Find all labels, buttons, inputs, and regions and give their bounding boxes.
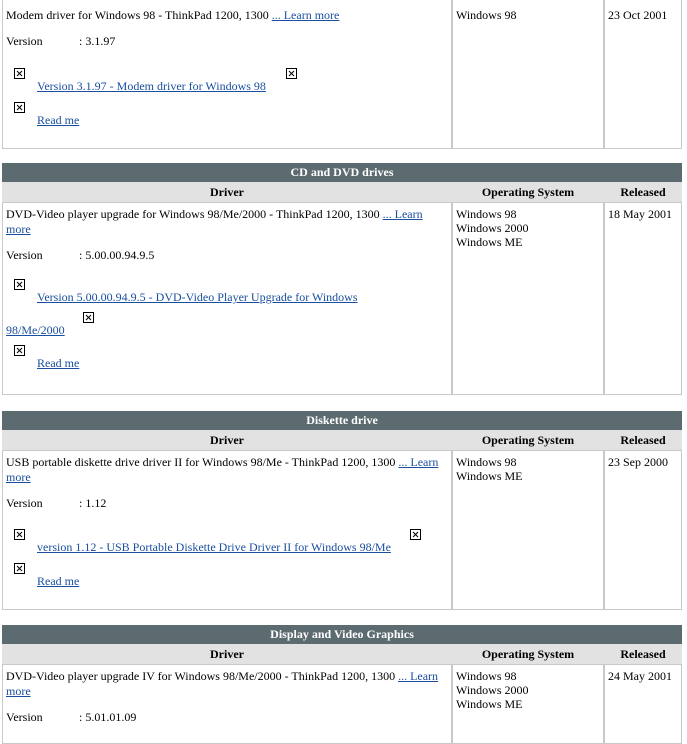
version-value: : 3.1.97 [79, 34, 116, 48]
released-column-header: Released [604, 644, 683, 664]
released-cell: 24 May 2001 [604, 664, 683, 744]
os-item: Windows 98 [456, 455, 517, 469]
os-item: Windows 2000 [456, 683, 529, 697]
os-item: Windows 98 [456, 207, 517, 221]
os-list: Windows 98 Windows 2000 Windows ME [453, 665, 603, 713]
version-value: : 5.01.01.09 [79, 710, 137, 724]
release-date: 23 Sep 2000 [608, 455, 668, 469]
learn-more-link-continued[interactable]: more [6, 470, 31, 484]
os-cell: Windows 98 Windows 2000 Windows ME [452, 664, 604, 744]
driver-column-header: Driver [2, 430, 452, 450]
broken-image-icon [14, 102, 25, 113]
modem-section: Modem driver for Windows 98 - ThinkPad 1… [2, 0, 682, 149]
released-cell: 23 Sep 2000 [604, 450, 683, 610]
released-cell: 23 Oct 2001 [604, 0, 682, 149]
driver-description: DVD-Video player upgrade IV for Windows … [6, 669, 396, 683]
os-list: Windows 98 Windows 2000 Windows ME [453, 203, 603, 251]
learn-more-link-continued[interactable]: more [6, 684, 31, 698]
driver-description: DVD-Video player upgrade for Windows 98/… [6, 207, 380, 221]
readme-link[interactable]: Read me [37, 113, 79, 128]
os-item: Windows 98 [456, 669, 517, 683]
version-value: : 5.00.00.94.9.5 [79, 248, 155, 262]
release-date: 18 May 2001 [608, 207, 672, 221]
section-title: Diskette drive [2, 411, 683, 430]
version-label: Version [6, 710, 43, 724]
version-value: : 1.12 [79, 496, 107, 510]
released-column-header: Released [604, 430, 683, 450]
broken-image-icon [14, 529, 25, 540]
download-link[interactable]: version 1.12 - USB Portable Diskette Dri… [37, 540, 391, 555]
broken-image-icon [14, 563, 25, 574]
os-column-header: Operating System [452, 182, 604, 202]
os-cell: Windows 98 [452, 0, 604, 149]
driver-cell: DVD-Video player upgrade IV for Windows … [2, 664, 452, 744]
learn-more-link[interactable]: ... Learn more [272, 8, 340, 22]
os-cell: Windows 98 Windows 2000 Windows ME [452, 202, 604, 395]
driver-column-header: Driver [2, 644, 452, 664]
section-title: Display and Video Graphics [2, 625, 683, 644]
broken-image-icon [410, 529, 421, 540]
download-link[interactable]: Version 3.1.97 - Modem driver for Window… [37, 79, 266, 94]
download-link[interactable]: Version 5.00.00.94.9.5 - DVD-Video Playe… [37, 290, 358, 305]
learn-more-link[interactable]: ... Learn [398, 669, 438, 683]
os-item: Windows 98 [456, 8, 517, 22]
os-item: Windows ME [456, 235, 523, 249]
broken-image-icon [286, 68, 297, 79]
driver-description: Modem driver for Windows 98 - ThinkPad 1… [6, 8, 269, 22]
version-label: Version [6, 496, 43, 510]
readme-link[interactable]: Read me [37, 574, 79, 589]
learn-more-link[interactable]: ... Learn [383, 207, 423, 221]
driver-cell: USB portable diskette drive driver II fo… [2, 450, 452, 610]
display-video-section: Display and Video Graphics Driver Operat… [2, 625, 683, 744]
cd-dvd-section: CD and DVD drives Driver Operating Syste… [2, 163, 683, 395]
broken-image-icon [14, 68, 25, 79]
driver-cell: Modem driver for Windows 98 - ThinkPad 1… [2, 0, 452, 149]
section-title: CD and DVD drives [2, 163, 683, 182]
os-item: Windows ME [456, 469, 523, 483]
release-date: 23 Oct 2001 [608, 8, 668, 22]
released-column-header: Released [604, 182, 683, 202]
os-list: Windows 98 [453, 0, 603, 24]
os-item: Windows 2000 [456, 221, 529, 235]
version-label: Version [6, 248, 43, 262]
os-column-header: Operating System [452, 430, 604, 450]
release-date: 24 May 2001 [608, 669, 672, 683]
released-cell: 18 May 2001 [604, 202, 683, 395]
broken-image-icon [83, 312, 94, 323]
driver-column-header: Driver [2, 182, 452, 202]
broken-image-icon [14, 279, 25, 290]
learn-more-link-continued[interactable]: more [6, 222, 31, 236]
os-cell: Windows 98 Windows ME [452, 450, 604, 610]
diskette-section: Diskette drive Driver Operating System R… [2, 411, 683, 610]
driver-cell: DVD-Video player upgrade for Windows 98/… [2, 202, 452, 395]
readme-link[interactable]: Read me [37, 356, 79, 371]
os-column-header: Operating System [452, 644, 604, 664]
version-label: Version [6, 34, 43, 48]
learn-more-link[interactable]: ... Learn [398, 455, 438, 469]
broken-image-icon [14, 345, 25, 356]
os-list: Windows 98 Windows ME [453, 451, 603, 485]
driver-description: USB portable diskette drive driver II fo… [6, 455, 396, 469]
download-link-continued[interactable]: 98/Me/2000 [6, 323, 65, 338]
os-item: Windows ME [456, 697, 523, 711]
